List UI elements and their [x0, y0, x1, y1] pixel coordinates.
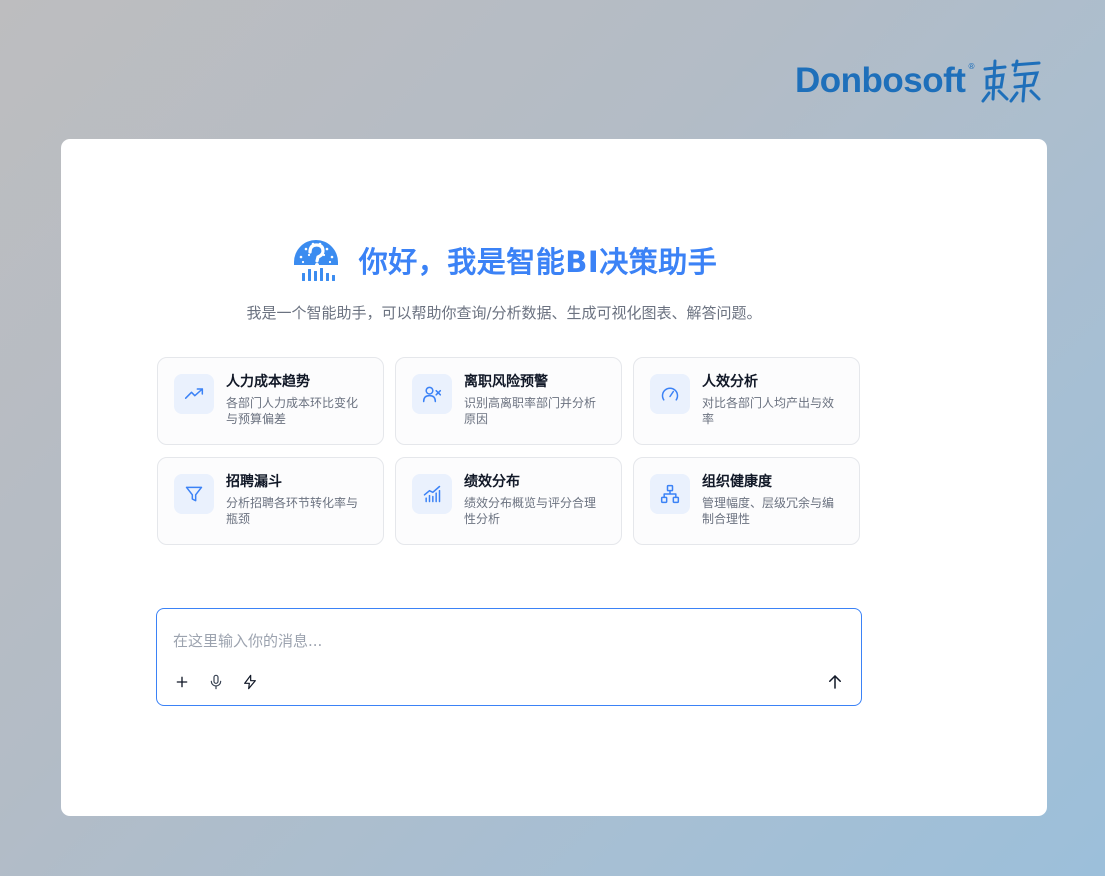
org-chart-icon [650, 474, 690, 514]
message-input[interactable] [173, 629, 833, 653]
funnel-icon [174, 474, 214, 514]
suggestion-card-performance[interactable]: 绩效分布 绩效分布概览与评分合理性分析 [395, 457, 622, 545]
suggestion-card-labor-cost[interactable]: 人力成本趋势 各部门人力成本环比变化与预算偏差 [157, 357, 384, 445]
suggestion-desc: 各部门人力成本环比变化与预算偏差 [226, 396, 359, 426]
gauge-icon [650, 374, 690, 414]
suggestion-title: 招聘漏斗 [226, 474, 282, 490]
brand-calligraphy-icon [981, 59, 1041, 103]
brand-name: Donbosoft [795, 60, 966, 100]
suggestion-title: 人效分析 [702, 374, 758, 390]
suggestion-desc: 管理幅度、层级冗余与编制合理性 [702, 496, 835, 526]
suggestion-card-org-health[interactable]: 组织健康度 管理幅度、层级冗余与编制合理性 [633, 457, 860, 545]
page-subtitle: 我是一个智能助手，可以帮助你查询/分析数据、生成可视化图表、解答问题。 [246, 304, 762, 322]
brand-logo: Donbosoft ® [795, 56, 1045, 104]
suggestion-desc: 对比各部门人均产出与效率 [702, 396, 835, 426]
quick-action-button[interactable] [239, 671, 261, 693]
hero: 你好，我是智能BI决策助手 [11, 235, 997, 285]
chart-up-icon [412, 474, 452, 514]
suggestion-card-attrition-risk[interactable]: 离职风险预警 识别高离职率部门并分析原因 [395, 357, 622, 445]
assistant-logo-icon [293, 240, 338, 281]
send-button[interactable] [824, 671, 846, 693]
suggestion-desc: 识别高离职率部门并分析原因 [464, 396, 597, 426]
suggestion-grid: 人力成本趋势 各部门人力成本环比变化与预算偏差 离职风险预警 识别高离职率部门并… [157, 357, 861, 545]
registered-mark: ® [967, 62, 976, 71]
microphone-icon [210, 674, 222, 690]
page-title: 你好，我是智能BI决策助手 [358, 245, 718, 279]
user-x-icon [412, 374, 452, 414]
suggestion-title: 离职风险预警 [464, 374, 548, 390]
suggestion-card-efficiency[interactable]: 人效分析 对比各部门人均产出与效率 [633, 357, 860, 445]
arrow-up-icon [829, 675, 841, 689]
suggestion-title: 人力成本趋势 [226, 374, 310, 390]
add-attachment-button[interactable] [171, 671, 193, 693]
suggestion-title: 绩效分布 [464, 474, 520, 490]
voice-input-button[interactable] [205, 671, 227, 693]
suggestion-card-recruit-funnel[interactable]: 招聘漏斗 分析招聘各环节转化率与瓶颈 [157, 457, 384, 545]
trending-up-icon [174, 374, 214, 414]
plus-icon [176, 676, 188, 688]
suggestion-desc: 绩效分布概览与评分合理性分析 [464, 496, 597, 526]
assistant-card: 你好，我是智能BI决策助手 我是一个智能助手，可以帮助你查询/分析数据、生成可视… [61, 139, 1047, 816]
suggestion-desc: 分析招聘各环节转化率与瓶颈 [226, 496, 359, 526]
lightning-icon [244, 674, 256, 690]
suggestion-title: 组织健康度 [702, 474, 772, 490]
message-composer [156, 608, 862, 706]
